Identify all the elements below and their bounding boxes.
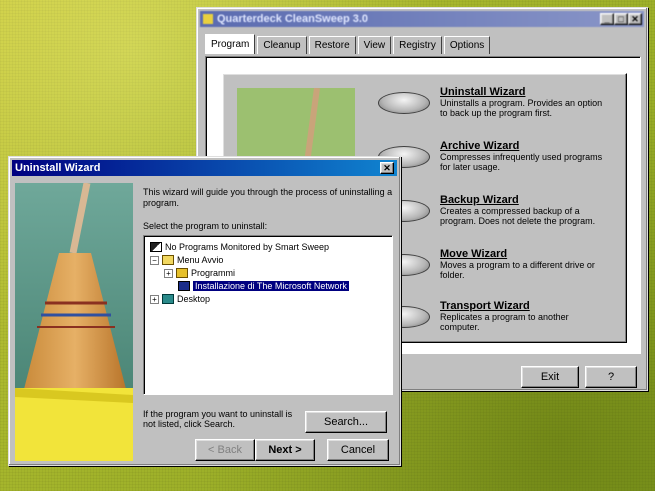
next-button[interactable]: Next > bbox=[255, 439, 315, 461]
tree-item-label: No Programs Monitored by Smart Sweep bbox=[165, 242, 330, 252]
tab-registry[interactable]: Registry bbox=[393, 36, 442, 54]
uninstall-wizard-title: Uninstall Wizard bbox=[440, 86, 526, 98]
collapse-icon[interactable]: − bbox=[150, 255, 159, 265]
uninstall-wizard-desc: Uninstalls a program. Provides an option… bbox=[440, 98, 603, 118]
close-button[interactable]: ✕ bbox=[380, 162, 394, 174]
transport-wizard-desc: Replicates a program to another computer… bbox=[440, 312, 569, 332]
backup-wizard-option[interactable]: Backup Wizard Creates a compressed backu… bbox=[378, 194, 628, 240]
move-wizard-option[interactable]: Move Wizard Moves a program to a differe… bbox=[378, 248, 628, 294]
uninstall-titlebar[interactable]: Uninstall Wizard bbox=[12, 160, 397, 176]
uninstall-wizard-option[interactable]: Uninstall Wizard Uninstalls a program. P… bbox=[378, 86, 628, 132]
archive-wizard-desc: Compresses infrequently used programs fo… bbox=[440, 152, 603, 172]
backup-wizard-title: Backup Wizard bbox=[440, 194, 519, 206]
tree-item-msn-install[interactable]: Installazione di The Microsoft Network bbox=[178, 280, 349, 292]
archive-wizard-option[interactable]: Archive Wizard Compresses infrequently u… bbox=[378, 140, 628, 186]
cleansweep-title: Quarterdeck CleanSweep 3.0 bbox=[217, 13, 369, 25]
uninstall-title: Uninstall Wizard bbox=[15, 162, 101, 174]
minimize-button[interactable]: _ bbox=[600, 13, 614, 25]
maximize-button[interactable]: □ bbox=[614, 13, 628, 25]
select-program-label: Select the program to uninstall: bbox=[143, 221, 268, 231]
program-icon bbox=[178, 281, 190, 291]
tree-item-label: Menu Avvio bbox=[177, 255, 224, 265]
tree-item-programmi[interactable]: + Programmi bbox=[164, 267, 235, 279]
backup-wizard-desc: Creates a compressed backup of a program… bbox=[440, 206, 596, 226]
transport-wizard-title: Transport Wizard bbox=[440, 300, 530, 312]
move-wizard-desc: Moves a program to a different drive or … bbox=[440, 260, 595, 280]
back-button[interactable]: < Back bbox=[195, 439, 255, 461]
tab-view[interactable]: View bbox=[357, 36, 392, 54]
exit-button[interactable]: Exit bbox=[521, 366, 579, 388]
move-wizard-title: Move Wizard bbox=[440, 248, 508, 260]
smart-sweep-icon bbox=[150, 242, 162, 252]
app-icon bbox=[203, 14, 213, 24]
broom-image bbox=[15, 183, 133, 461]
tab-program[interactable]: Program bbox=[205, 34, 256, 54]
tree-item-label: Desktop bbox=[177, 294, 211, 304]
tree-item-menu-avvio[interactable]: − Menu Avvio bbox=[150, 254, 223, 266]
help-button[interactable]: ? bbox=[585, 366, 637, 388]
expand-icon[interactable]: + bbox=[164, 268, 173, 278]
search-hint: If the program you want to uninstall is … bbox=[143, 409, 293, 429]
intro-text: This wizard will guide you through the p… bbox=[143, 187, 393, 208]
expand-icon[interactable]: + bbox=[150, 294, 159, 304]
transport-wizard-option[interactable]: Transport Wizard Replicates a program to… bbox=[378, 300, 628, 346]
folder-icon bbox=[176, 268, 188, 278]
tree-item-desktop[interactable]: + Desktop bbox=[150, 293, 210, 305]
folder-open-icon bbox=[162, 255, 174, 265]
desktop-icon bbox=[162, 294, 174, 304]
tab-restore[interactable]: Restore bbox=[308, 36, 356, 54]
archive-wizard-title: Archive Wizard bbox=[440, 140, 520, 152]
tab-cleanup[interactable]: Cleanup bbox=[257, 36, 307, 54]
cleansweep-titlebar[interactable]: Quarterdeck CleanSweep 3.0 _ □ ✕ bbox=[200, 11, 644, 27]
tab-strip: Program Cleanup Restore View Registry Op… bbox=[205, 34, 492, 54]
tree-item-label: Programmi bbox=[191, 268, 236, 278]
close-button[interactable]: ✕ bbox=[628, 13, 642, 25]
tab-options[interactable]: Options bbox=[443, 36, 491, 54]
tree-item-label: Installazione di The Microsoft Network bbox=[193, 281, 349, 291]
uninstall-wizard-button[interactable] bbox=[378, 92, 430, 114]
uninstall-wizard-dialog: Uninstall Wizard ✕ This wizard will guid… bbox=[8, 156, 401, 466]
tree-item-smart-sweep[interactable]: No Programs Monitored by Smart Sweep bbox=[150, 241, 329, 253]
program-tree[interactable]: No Programs Monitored by Smart Sweep − M… bbox=[143, 235, 393, 395]
search-button[interactable]: Search... bbox=[305, 411, 387, 433]
cancel-button[interactable]: Cancel bbox=[327, 439, 389, 461]
